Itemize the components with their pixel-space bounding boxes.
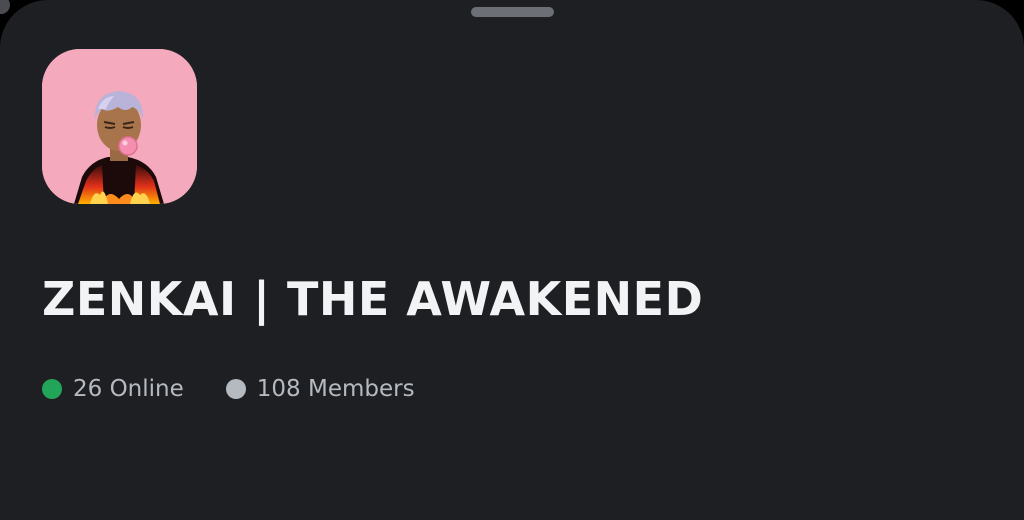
- member-count: 108 Members: [225, 376, 415, 402]
- online-status-icon: [42, 379, 62, 399]
- members-status-icon: [225, 379, 246, 399]
- sheet-drag-handle[interactable]: [471, 7, 554, 17]
- server-icon[interactable]: [42, 49, 197, 204]
- server-info-sheet: ZENKAI | THE AWAKENED 26 Online 108 Memb…: [0, 0, 1024, 520]
- server-avatar-image: [42, 49, 197, 204]
- online-count: 26 Online: [42, 376, 184, 402]
- background-icon-peek: [0, 0, 10, 14]
- member-count-label: 108 Members: [256, 376, 415, 402]
- online-count-label: 26 Online: [73, 376, 184, 402]
- server-stats: 26 Online 108 Members: [42, 376, 415, 402]
- server-name: ZENKAI | THE AWAKENED: [42, 272, 704, 326]
